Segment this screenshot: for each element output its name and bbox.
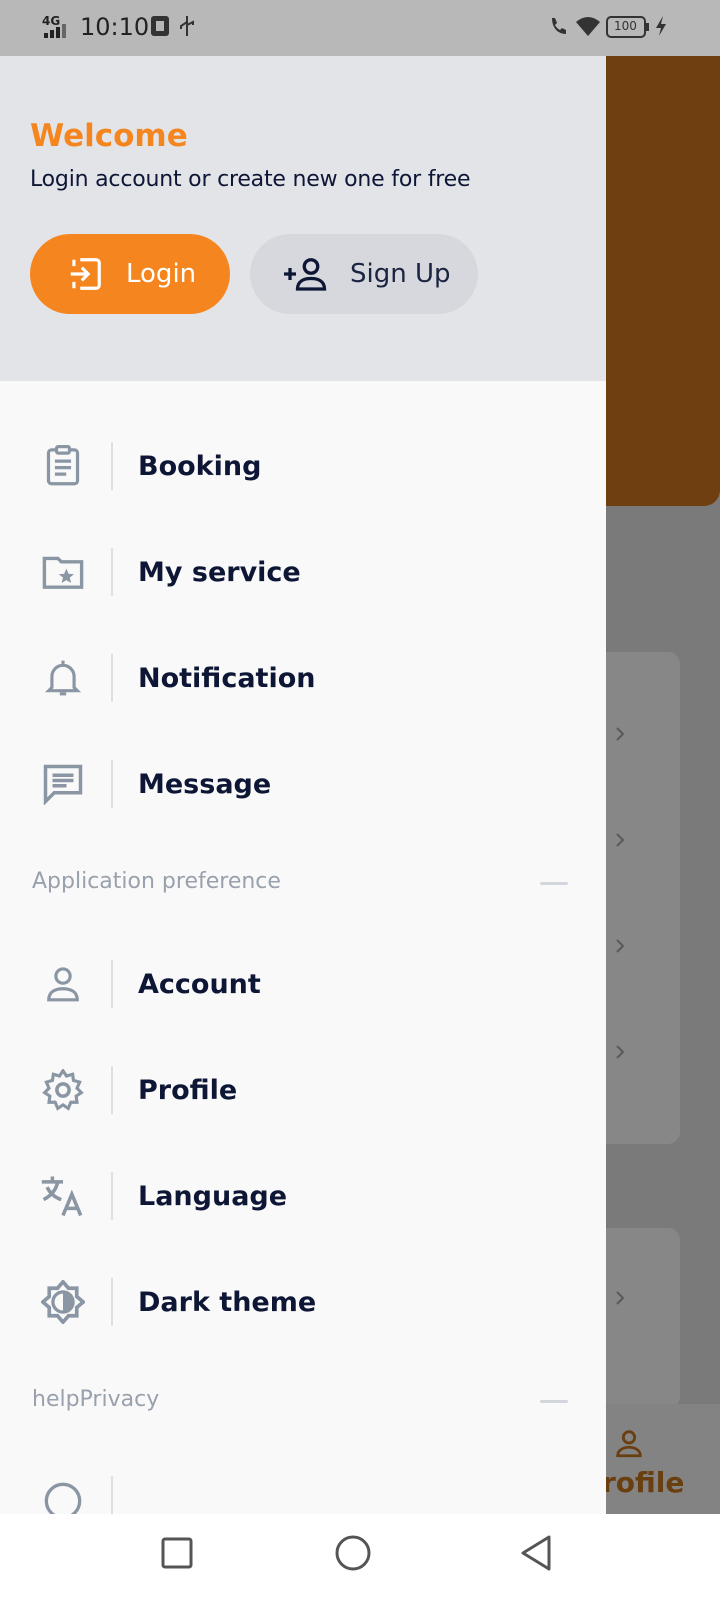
app-notification-icon — [151, 16, 169, 36]
collapse-icon[interactable] — [540, 1400, 568, 1403]
recent-apps-button[interactable] — [160, 1536, 194, 1570]
section-title: helpPrivacy — [32, 1387, 160, 1412]
menu-label-dark-theme: Dark theme — [138, 1286, 317, 1318]
welcome-title: Welcome — [30, 118, 188, 154]
folder-star-icon — [40, 549, 86, 595]
separator — [111, 654, 113, 702]
login-button[interactable]: Login — [30, 234, 230, 314]
system-navigation-bar — [0, 1514, 720, 1600]
section-title: Application preference — [32, 869, 281, 894]
wifi-icon — [576, 17, 600, 36]
clock: 10:10 — [80, 13, 150, 41]
message-icon — [40, 761, 86, 807]
menu-item-notification[interactable]: Notification — [0, 633, 606, 723]
separator — [111, 760, 113, 808]
menu-item-dark-theme[interactable]: Dark theme — [0, 1257, 606, 1347]
bell-icon — [40, 655, 86, 701]
battery-level: 100 — [614, 19, 637, 33]
separator — [111, 960, 113, 1008]
back-button[interactable] — [518, 1534, 554, 1572]
navigation-drawer: Welcome Login account or create new one … — [0, 56, 606, 1514]
home-button[interactable] — [334, 1534, 372, 1572]
brightness-icon — [40, 1279, 86, 1325]
menu-label-notification: Notification — [138, 662, 316, 694]
usb-icon — [180, 16, 194, 36]
help-icon — [40, 1478, 86, 1514]
menu-item-profile[interactable]: Profile — [0, 1045, 606, 1135]
status-bar: 4G 10:10 100 — [0, 0, 720, 56]
wifi-call-icon — [552, 18, 566, 34]
clipboard-icon — [40, 443, 86, 489]
menu-item-partial[interactable] — [0, 1456, 606, 1514]
separator — [111, 442, 113, 490]
add-person-icon — [284, 258, 327, 291]
login-icon — [70, 258, 101, 290]
section-help-privacy[interactable]: helpPrivacy — [32, 1387, 568, 1417]
chevron-right-icon — [616, 833, 625, 847]
section-application-preference[interactable]: Application preference — [32, 869, 568, 899]
signup-label: Sign Up — [350, 259, 451, 289]
menu-item-language[interactable]: Language — [0, 1151, 606, 1241]
menu-label-my-service: My service — [138, 556, 301, 588]
separator — [111, 1476, 113, 1514]
menu-label-booking: Booking — [138, 450, 262, 482]
menu-item-my-service[interactable]: My service — [0, 527, 606, 617]
charging-icon — [656, 16, 666, 36]
menu-item-booking[interactable]: Booking — [0, 421, 606, 511]
menu-item-account[interactable]: Account — [0, 939, 606, 1029]
chevron-right-icon — [616, 1045, 625, 1059]
gear-icon — [40, 1067, 86, 1113]
menu-item-message[interactable]: Message — [0, 739, 606, 829]
separator — [111, 1066, 113, 1114]
person-icon — [616, 1430, 642, 1458]
menu-label-message: Message — [138, 768, 272, 800]
background-nav-label: rofile — [602, 1466, 685, 1499]
chevron-right-icon — [616, 1291, 625, 1305]
welcome-subtitle: Login account or create new one for free — [30, 167, 471, 192]
separator — [111, 1172, 113, 1220]
menu-label-profile: Profile — [138, 1074, 238, 1106]
menu-label-account: Account — [138, 968, 261, 1000]
chevron-right-icon — [616, 939, 625, 953]
separator — [111, 1278, 113, 1326]
translate-icon — [40, 1173, 86, 1219]
chevron-right-icon — [616, 727, 625, 741]
collapse-icon[interactable] — [540, 882, 568, 885]
login-label: Login — [126, 259, 197, 289]
signup-button[interactable]: Sign Up — [250, 234, 478, 314]
menu-label-language: Language — [138, 1180, 288, 1212]
person-icon — [40, 961, 86, 1007]
signal-icon — [44, 24, 66, 38]
drawer-header: Welcome Login account or create new one … — [0, 56, 606, 381]
separator — [111, 548, 113, 596]
